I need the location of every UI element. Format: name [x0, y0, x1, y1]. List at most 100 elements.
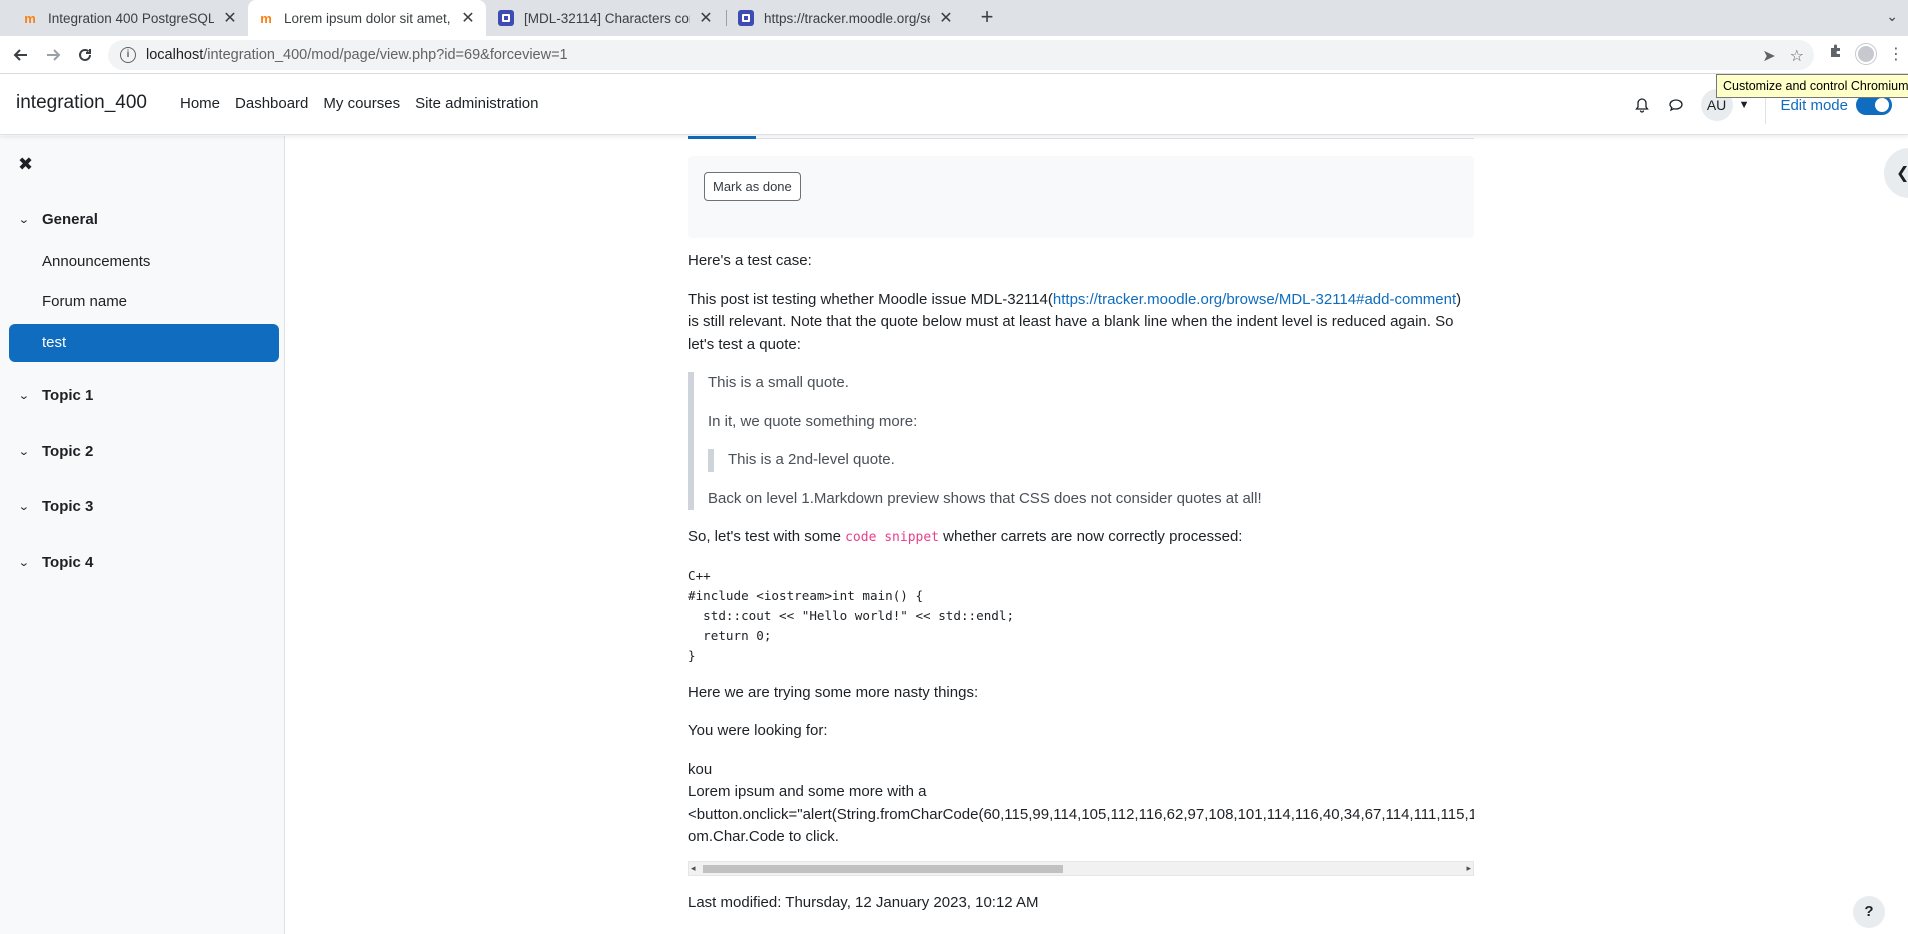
paragraph: You were looking for:	[688, 722, 828, 739]
notifications-bell-icon[interactable]	[1631, 94, 1653, 116]
site-navbar: integration_400 Home Dashboard My course…	[0, 75, 1908, 135]
tracker-link[interactable]: https://tracker.moodle.org/browse/MDL-32…	[1053, 291, 1456, 308]
browser-tab[interactable]: m Integration 400 PostgreSQL ✕	[12, 0, 248, 36]
quote-text: This is a small quote.	[708, 374, 849, 391]
active-tab-indicator	[688, 136, 756, 139]
nav-site-administration[interactable]: Site administration	[415, 95, 538, 112]
scrollbar-thumb[interactable]	[703, 865, 1063, 873]
text: This post ist testing whether Moodle iss…	[688, 290, 1053, 308]
course-index-drawer: ✖ ⌄ General Announcements Forum name tes…	[0, 136, 285, 934]
chevron-down-icon[interactable]: ⌄	[18, 556, 36, 569]
nav-home[interactable]: Home	[180, 95, 220, 112]
nested-blockquote: This is a 2nd-level quote.	[708, 449, 1474, 472]
quote-text: This is a 2nd-level quote.	[728, 451, 895, 468]
section-label[interactable]: Topic 4	[42, 554, 93, 571]
scroll-right-icon[interactable]: ▸	[1466, 863, 1471, 874]
close-icon[interactable]: ✕	[698, 8, 714, 28]
browser-tab[interactable]: https://tracker.moodle.org/sec ✕	[728, 0, 964, 36]
close-icon[interactable]: ✕	[938, 8, 954, 28]
intro-text: Here's a test case:	[688, 252, 812, 269]
forward-icon[interactable]	[41, 43, 65, 67]
text-line: Lorem ipsum and some more with a	[688, 783, 927, 800]
nav-my-courses[interactable]: My courses	[323, 95, 400, 112]
section-topic-4[interactable]: ⌄ Topic 4	[18, 554, 94, 571]
primary-navigation: Home Dashboard My courses Site administr…	[180, 95, 554, 112]
site-info-icon[interactable]: i	[120, 47, 136, 63]
profile-avatar-icon[interactable]	[1856, 43, 1876, 64]
blockquote: This is a small quote. In it, we quote s…	[688, 372, 1474, 510]
bookmark-star-icon[interactable]: ☆	[1790, 46, 1804, 66]
jira-icon	[738, 10, 754, 26]
paragraph: This post ist testing whether Moodle iss…	[688, 289, 1474, 357]
edit-mode-label: Edit mode	[1780, 96, 1848, 114]
paragraph: So, let's test with some code snippet wh…	[688, 526, 1474, 550]
activity-test-active[interactable]: test	[9, 324, 279, 362]
help-icon[interactable]: ?	[1853, 896, 1885, 928]
edit-mode-toggle[interactable]	[1856, 95, 1892, 115]
chevron-down-icon[interactable]: ▼	[1739, 99, 1750, 111]
tooltip: Customize and control Chromium	[1716, 74, 1908, 98]
mark-as-done-button[interactable]: Mark as done	[704, 172, 801, 201]
chevron-down-icon[interactable]: ⌄	[18, 389, 36, 402]
activity-forum-name[interactable]: Forum name	[42, 293, 127, 310]
reload-icon[interactable]	[73, 43, 97, 67]
tab-title: [MDL-32114] Characters conve	[524, 10, 690, 26]
nav-dashboard[interactable]: Dashboard	[235, 95, 308, 112]
url-host: localhost	[146, 47, 204, 63]
messages-icon[interactable]	[1665, 94, 1687, 116]
section-label[interactable]: Topic 1	[42, 387, 93, 404]
section-topic-1[interactable]: ⌄ Topic 1	[18, 387, 94, 404]
text-line: <button.onclick="alert(String.fromCharCo…	[688, 805, 1474, 823]
text-line: om.Char.Code to click.	[688, 828, 839, 845]
tab-title: Lorem ipsum dolor sit amet, co	[284, 10, 452, 26]
quote-text: Back on level 1.Markdown preview shows t…	[708, 489, 1262, 507]
chevron-down-icon[interactable]: ⌄	[18, 500, 36, 513]
new-tab-icon[interactable]: +	[975, 6, 999, 30]
browser-tab[interactable]: [MDL-32114] Characters conve ✕	[488, 0, 724, 36]
browser-menu-icon[interactable]: ⋮	[1888, 44, 1904, 64]
overflow-text-block: kou Lorem ipsum and some more with a <bu…	[688, 759, 1474, 849]
back-icon[interactable]	[9, 43, 33, 67]
text: So, let's test with some	[688, 528, 846, 545]
section-topic-2[interactable]: ⌄ Topic 2	[18, 443, 94, 460]
section-label[interactable]: General	[42, 211, 98, 228]
text: whether carrets are now correctly proces…	[939, 528, 1243, 545]
section-label[interactable]: Topic 2	[42, 443, 93, 460]
inline-code: code snippet	[845, 530, 940, 545]
horizontal-scrollbar[interactable]: ◂ ▸	[688, 861, 1474, 876]
tab-title: Integration 400 PostgreSQL	[48, 10, 214, 26]
tab-rule	[688, 138, 1474, 139]
page-content: Here's a test case: This post ist testin…	[688, 250, 1474, 849]
browser-tab-bar: m Integration 400 PostgreSQL ✕ m Lorem i…	[0, 0, 1908, 36]
section-general[interactable]: ⌄ General	[18, 211, 98, 228]
close-icon[interactable]: ✕	[222, 8, 238, 28]
site-brand[interactable]: integration_400	[16, 92, 147, 114]
jira-icon	[498, 10, 514, 26]
close-icon[interactable]: ✕	[460, 8, 476, 28]
close-icon[interactable]: ✖	[18, 154, 33, 175]
text-line: kou	[688, 760, 713, 778]
browser-toolbar: i localhost/integration_400/mod/page/vie…	[0, 36, 1908, 74]
section-topic-3[interactable]: ⌄ Topic 3	[18, 498, 94, 515]
tab-separator	[726, 10, 727, 26]
activity-announcements[interactable]: Announcements	[42, 253, 150, 270]
code-block: C++ #include <iostream>int main() { std:…	[688, 567, 1015, 663]
quote-text: In it, we quote something more:	[708, 412, 918, 430]
chevron-down-icon[interactable]: ⌄	[18, 445, 36, 458]
moodle-icon: m	[260, 10, 272, 26]
last-modified: Last modified: Thursday, 12 January 2023…	[688, 894, 1039, 911]
chevron-down-icon[interactable]: ⌄	[18, 213, 36, 226]
address-bar[interactable]: i localhost/integration_400/mod/page/vie…	[108, 40, 1814, 70]
activity-completion-panel: Mark as done	[688, 156, 1474, 238]
url-path: /integration_400/mod/page/view.php?id=69…	[203, 47, 568, 63]
scroll-left-icon[interactable]: ◂	[691, 863, 696, 874]
browser-tab-active[interactable]: m Lorem ipsum dolor sit amet, co ✕	[248, 0, 486, 36]
moodle-icon: m	[24, 10, 36, 26]
extensions-puzzle-icon[interactable]	[1828, 43, 1844, 64]
tab-title: https://tracker.moodle.org/sec	[764, 10, 930, 26]
send-icon[interactable]: ➤	[1762, 46, 1775, 66]
tab-search-icon[interactable]: ⌄	[1886, 8, 1898, 25]
main-content: Mark as done Here's a test case: This po…	[286, 136, 1908, 934]
section-label[interactable]: Topic 3	[42, 498, 93, 515]
paragraph: Here we are trying some more nasty thing…	[688, 683, 979, 701]
